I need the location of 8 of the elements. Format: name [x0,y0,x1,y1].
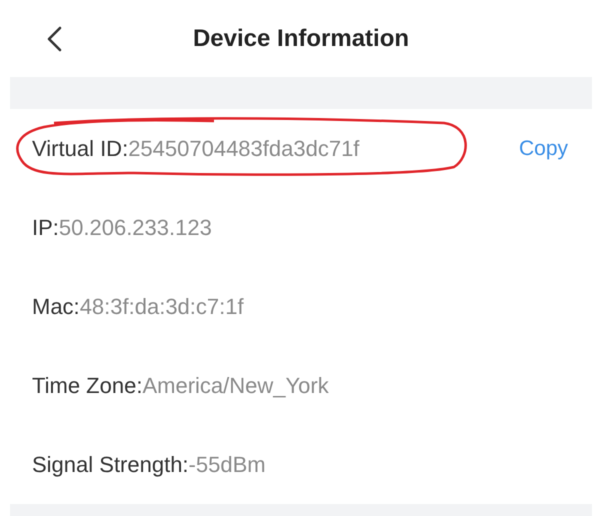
back-icon[interactable] [46,26,62,52]
info-text: Time Zone:America/New_York [32,372,329,399]
copy-link[interactable]: Copy [518,136,568,161]
info-text: IP:50.206.233.123 [32,214,212,241]
page-title: Device Information [192,24,410,53]
info-text: Virtual ID:25450704483fda3dc71f [32,136,360,162]
info-text: Mac:48:3f:da:3d:c7:1f [32,294,244,320]
info-text: Signal Strength:-55dBm [32,452,266,478]
